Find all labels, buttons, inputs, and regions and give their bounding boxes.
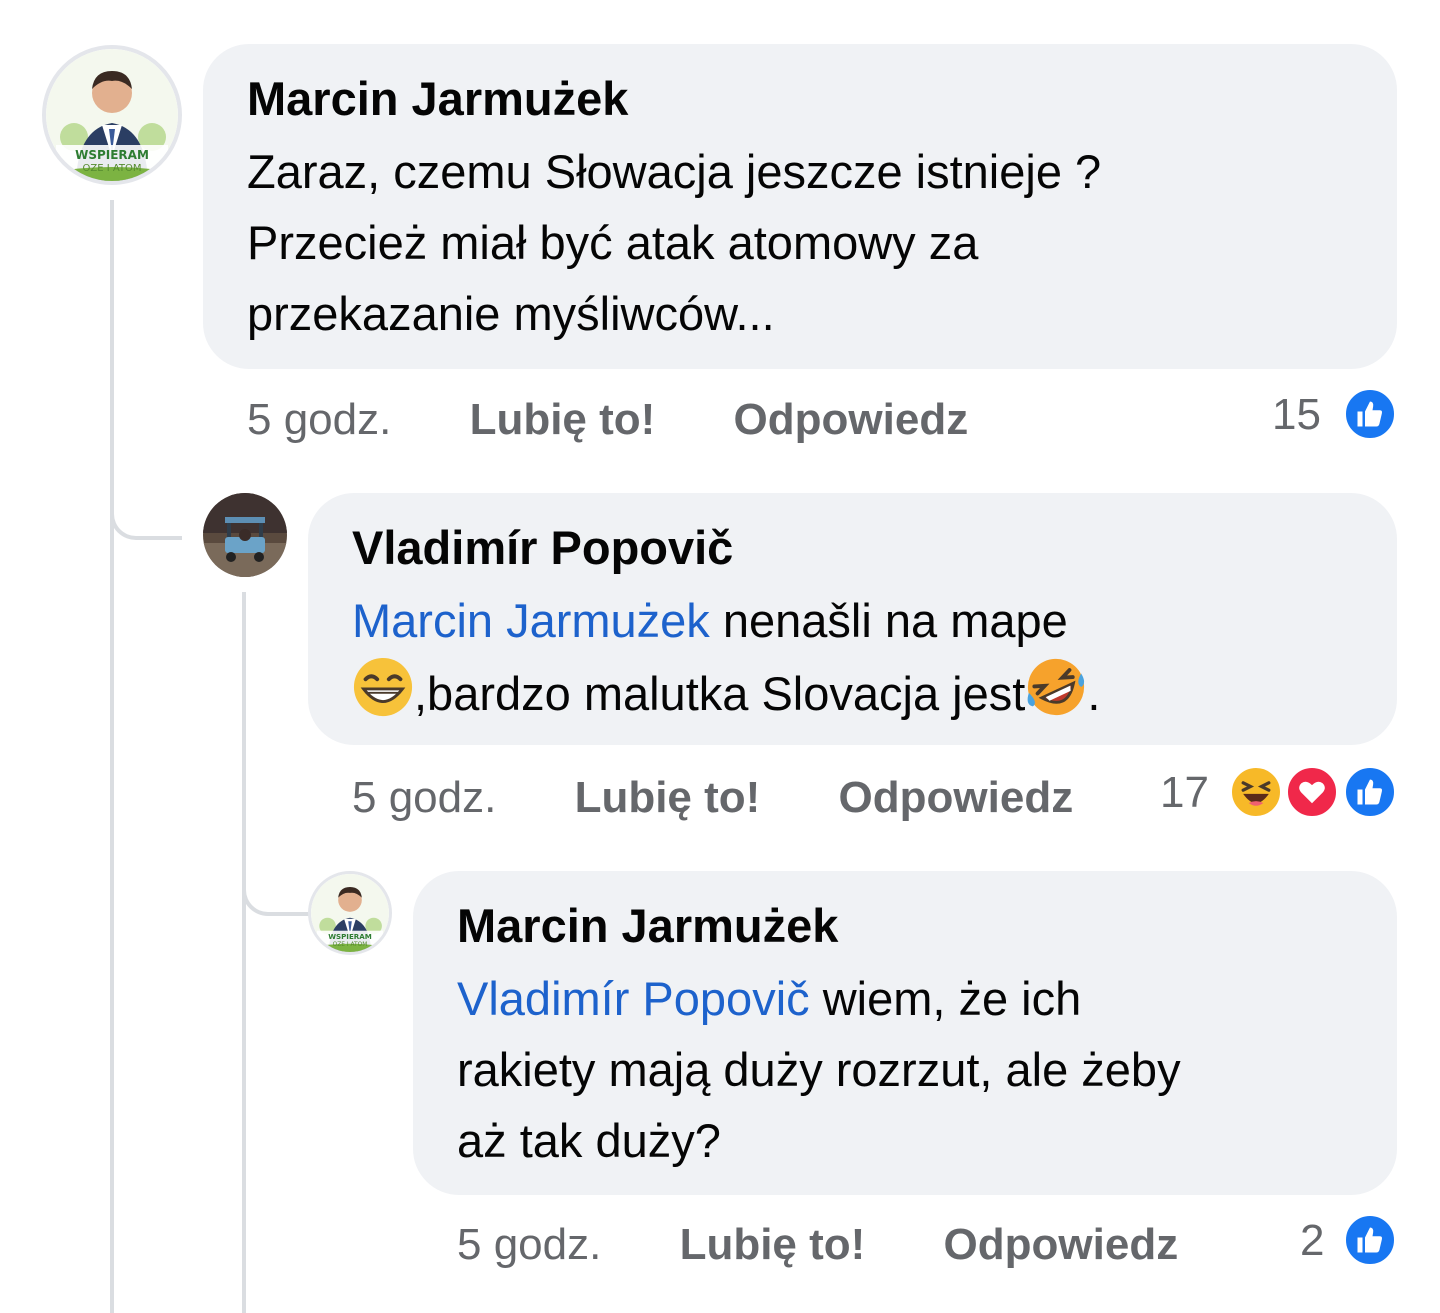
thread-connector-2 [242,846,310,916]
comment-text-segment: nenašli na mape [709,594,1068,647]
comment-author[interactable]: Marcin Jarmużek [247,70,1397,128]
comment-text-line: Przecież miał być atak atomowy za [247,216,979,269]
comment-text-line: rakiety mają duży rozrzut, ale żeby [457,1043,1181,1096]
reply-action[interactable]: Odpowiedz [734,395,969,444]
profile-photo-icon [203,493,287,577]
comment-bubble[interactable]: Marcin Jarmużek Zaraz, czemu Słowacja je… [203,44,1397,369]
comment-text-segment: wiem, że ich [809,972,1082,1025]
comment-text: Vladimír Popovič wiem, że ich rakiety ma… [457,963,1397,1176]
comment-bubble[interactable]: Vladimír Popovič Marcin Jarmużek nenašli… [308,493,1397,745]
comment-text-segment: ,bardzo malutka Slovacja jest [414,667,1026,720]
comment-timestamp[interactable]: 5 godz. [457,1220,601,1269]
like-icon[interactable] [1342,764,1398,820]
avatar[interactable] [203,493,287,577]
reaction-count[interactable]: 17 [1160,768,1209,818]
comment-meta: 5 godz. Lubię to! Odpowiedz [352,773,1073,823]
rolling-laughing-face-icon [1027,658,1085,716]
like-icon[interactable] [1342,386,1398,442]
like-action[interactable]: Lubię to! [470,395,656,444]
profile-photo-icon: WSPIERAM OZE I ATOM [46,49,178,181]
like-action[interactable]: Lubię to! [680,1220,866,1269]
svg-text:WSPIERAM: WSPIERAM [75,148,149,162]
comment-text: Zaraz, czemu Słowacja jeszcze istnieje ?… [247,136,1397,349]
reply-action[interactable]: Odpowiedz [839,773,1074,822]
grinning-face-icon [353,657,413,717]
mention-link[interactable]: Marcin Jarmużek [352,594,710,647]
comment-meta: 5 godz. Lubię to! Odpowiedz [457,1220,1178,1270]
svg-text:OZE I ATOM: OZE I ATOM [82,163,141,174]
svg-text:OZE I ATOM: OZE I ATOM [333,942,368,948]
comment-text-line: ,bardzo malutka Slovacja jest . [352,656,1397,729]
comment-meta: 5 godz. Lubię to! Odpowiedz [247,395,968,445]
comment-text-line: Zaraz, czemu Słowacja jeszcze istnieje ? [247,145,1102,198]
comment-author[interactable]: Marcin Jarmużek [457,897,1397,955]
comment-text: Marcin Jarmużek nenašli na mape ,bardzo … [352,585,1397,729]
comment-text-line: Vladimír Popovič wiem, że ich [457,963,1397,1034]
profile-photo-icon: WSPIERAM OZE I ATOM [311,874,389,952]
thread-connector-1 [110,470,182,540]
comment-author[interactable]: Vladimír Popovič [352,519,1397,577]
comment-timestamp[interactable]: 5 godz. [352,773,496,822]
avatar[interactable]: WSPIERAM OZE I ATOM [308,871,392,955]
comment-text-line: przekazanie myśliwców... [247,287,775,340]
like-icon[interactable] [1342,1212,1398,1268]
svg-text:WSPIERAM: WSPIERAM [328,932,372,941]
thread-line-main [110,200,114,1313]
love-icon[interactable] [1284,764,1340,820]
reaction-count[interactable]: 15 [1272,390,1321,440]
mention-link[interactable]: Vladimír Popovič [457,972,810,1025]
comment-bubble[interactable]: Marcin Jarmużek Vladimír Popovič wiem, ż… [413,871,1397,1195]
comment-text-line: aż tak duży? [457,1114,721,1167]
reply-action[interactable]: Odpowiedz [944,1220,1179,1269]
comment-text-line: Marcin Jarmużek nenašli na mape [352,585,1397,656]
like-action[interactable]: Lubię to! [575,773,761,822]
thread-line-reply [242,592,246,1313]
comment-timestamp[interactable]: 5 godz. [247,395,391,444]
comment-text-segment: . [1087,667,1101,720]
reaction-count[interactable]: 2 [1300,1216,1324,1266]
avatar[interactable]: WSPIERAM OZE I ATOM [42,45,182,185]
haha-icon[interactable] [1228,764,1284,820]
